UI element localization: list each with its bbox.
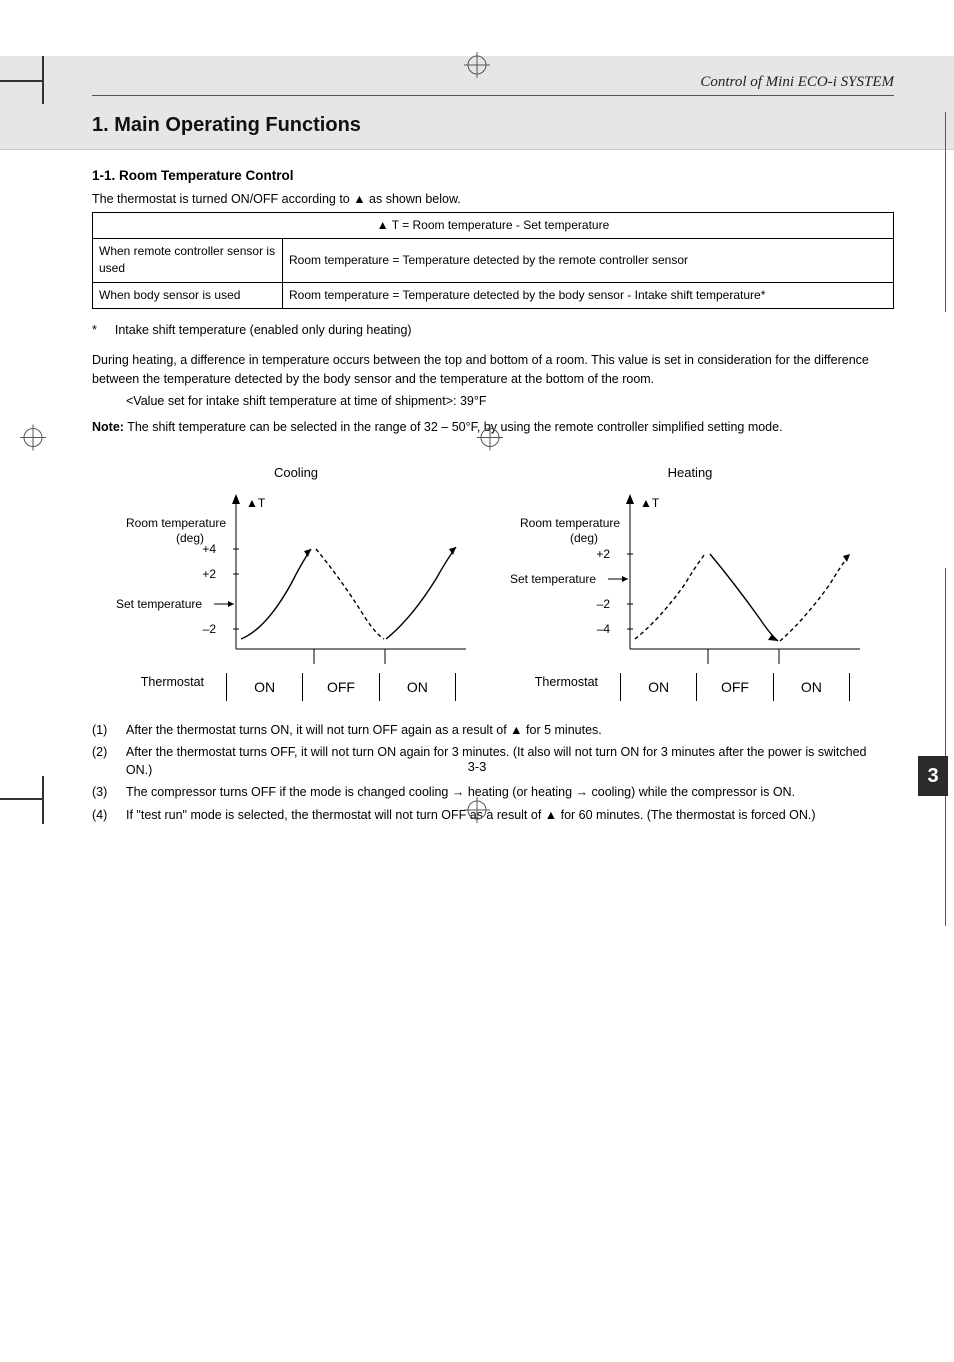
state-cell: OFF <box>696 673 772 701</box>
crop-mark <box>0 80 44 82</box>
diagram-cooling: Cooling <box>106 464 486 701</box>
paragraph-sub: <Value set for intake shift temperature … <box>92 392 894 410</box>
diagrams-row: Cooling <box>92 464 894 701</box>
note-number: (3) <box>92 783 118 801</box>
svg-text:Set temperature: Set temperature <box>510 572 596 586</box>
delta-t-label: ▲T <box>246 496 266 510</box>
table-row-left: When body sensor is used <box>93 282 283 308</box>
room-temperature-table: ▲ T = Room temperature - Set temperature… <box>92 212 894 310</box>
note-number: (1) <box>92 721 118 739</box>
registration-mark-icon <box>20 424 46 455</box>
note-text: After the thermostat turns ON, it will n… <box>126 721 602 739</box>
state-cell: OFF <box>302 673 378 701</box>
table-row-right: Room temperature = Temperature detected … <box>283 282 894 308</box>
cooling-chart: ▲T Room temperature (deg) +4 +2 –2 Set t… <box>116 489 476 669</box>
svg-text:–2: –2 <box>597 597 611 611</box>
registration-mark-icon <box>477 424 934 455</box>
diagram-title: Cooling <box>106 464 486 483</box>
subsection-title: 1-1. Room Temperature Control <box>92 166 894 186</box>
svg-text:(deg): (deg) <box>570 531 598 545</box>
section-title: 1. Main Operating Functions <box>92 114 894 137</box>
crop-mark <box>945 568 946 768</box>
diagram-title: Heating <box>500 464 880 483</box>
registration-mark-icon <box>464 797 490 828</box>
paragraph: During heating, a difference in temperat… <box>92 351 894 387</box>
state-cell: ON <box>379 673 456 701</box>
svg-text:Set temperature: Set temperature <box>116 597 202 611</box>
table-row-right: Room temperature = Temperature detected … <box>283 239 894 283</box>
intro-text: The thermostat is turned ON/OFF accordin… <box>92 190 894 208</box>
note-text: The compressor turns OFF if the mode is … <box>126 783 795 801</box>
note-label: Note: <box>92 420 124 434</box>
table-row-left: When remote controller sensor is used <box>93 239 283 283</box>
svg-text:(deg): (deg) <box>176 531 204 545</box>
state-cell: ON <box>773 673 850 701</box>
chapter-title: Control of Mini ECO-i SYSTEM <box>92 74 894 96</box>
svg-text:+2: +2 <box>202 567 216 581</box>
svg-text:Room temperature: Room temperature <box>126 516 226 530</box>
table-header: ▲ T = Room temperature - Set temperature <box>93 212 894 238</box>
crop-mark <box>42 56 44 104</box>
note-number: (4) <box>92 806 118 824</box>
content-area: 1-1. Room Temperature Control The thermo… <box>0 150 954 824</box>
footnote: * Intake shift temperature (enabled only… <box>92 321 894 339</box>
crop-mark <box>0 798 44 800</box>
thermostat-label: Thermostat <box>106 673 216 701</box>
thermostat-states: Thermostat ON OFF ON <box>106 673 486 701</box>
registration-mark-icon <box>464 52 490 83</box>
svg-text:▲T: ▲T <box>640 496 660 510</box>
thermostat-states: Thermostat ON OFF ON <box>500 673 880 701</box>
heating-chart: ▲T Room temperature (deg) +2 –2 –4 Set t… <box>510 489 870 669</box>
thermostat-label: Thermostat <box>500 673 610 701</box>
svg-text:–4: –4 <box>597 622 611 636</box>
svg-text:Room temperature: Room temperature <box>520 516 620 530</box>
crop-mark <box>945 112 946 312</box>
svg-text:+2: +2 <box>596 547 610 561</box>
crop-mark <box>42 776 44 824</box>
diagram-heating: Heating ▲T Room <box>500 464 880 701</box>
svg-text:+4: +4 <box>202 542 216 556</box>
svg-text:–2: –2 <box>203 622 217 636</box>
footnote-text: Intake shift temperature (enabled only d… <box>115 321 412 339</box>
state-cell: ON <box>226 673 302 701</box>
footnote-symbol: * <box>92 321 97 339</box>
page-number: 3-3 <box>0 759 954 774</box>
state-cell: ON <box>620 673 696 701</box>
